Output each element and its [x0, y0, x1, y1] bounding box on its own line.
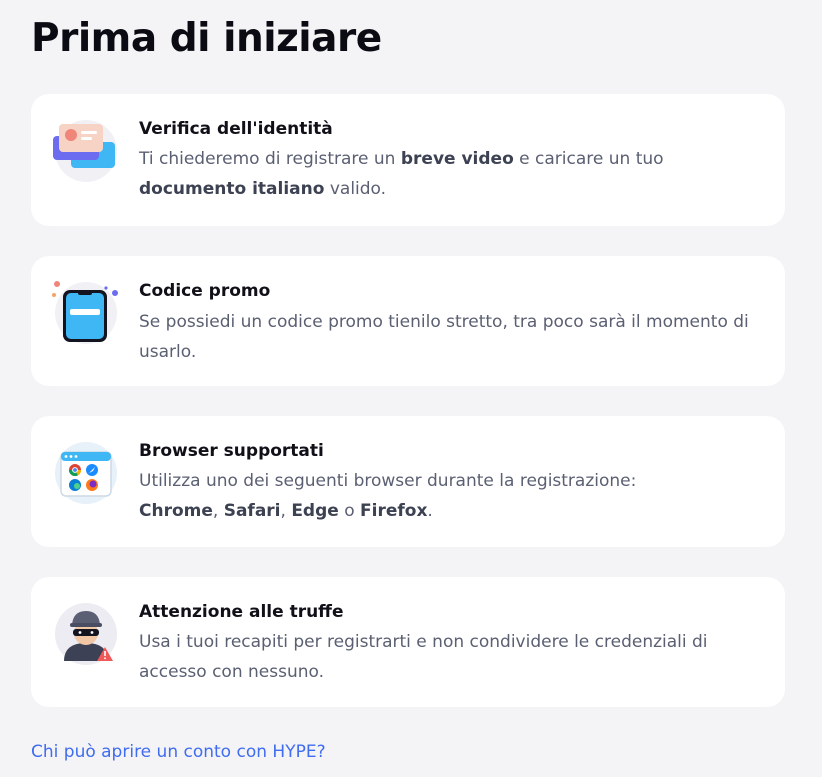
phone-promo-icon [51, 278, 121, 348]
card-description: Usa i tuoi recapiti per registrarti e no… [139, 632, 708, 682]
card-title: Verifica dell'identità [139, 119, 333, 139]
card-description: Se possiedi un codice promo tienilo stre… [139, 312, 749, 362]
browser-chrome: Chrome [139, 501, 213, 521]
browser-firefox: Firefox [360, 501, 428, 521]
scammer-warning-icon [51, 599, 121, 669]
card-description: Ti chiederemo di registrare un breve vid… [139, 149, 664, 199]
id-card-icon [51, 116, 121, 186]
scam-warning-card: Attenzione alle truffe Usa i tuoi recapi… [31, 577, 785, 707]
card-description: Utilizza uno dei seguenti browser durant… [139, 471, 637, 521]
promo-code-card: Codice promo Se possiedi un codice promo… [31, 256, 785, 386]
page-title: Prima di iniziare [31, 16, 382, 61]
card-title: Codice promo [139, 281, 271, 301]
who-can-open-account-link[interactable]: Chi può aprire un conto con HYPE? [31, 740, 326, 764]
browser-window-icon [51, 438, 121, 508]
browser-edge: Edge [291, 501, 339, 521]
highlight-italian-document: documento italiano [139, 179, 325, 199]
card-title: Attenzione alle truffe [139, 602, 344, 622]
highlight-short-video: breve video [400, 149, 514, 169]
browser-safari: Safari [223, 501, 281, 521]
card-title: Browser supportati [139, 441, 324, 461]
identity-verification-card: Verifica dell'identità Ti chiederemo di … [31, 94, 785, 226]
supported-browsers-card: Browser supportati Utilizza uno dei segu… [31, 416, 785, 547]
